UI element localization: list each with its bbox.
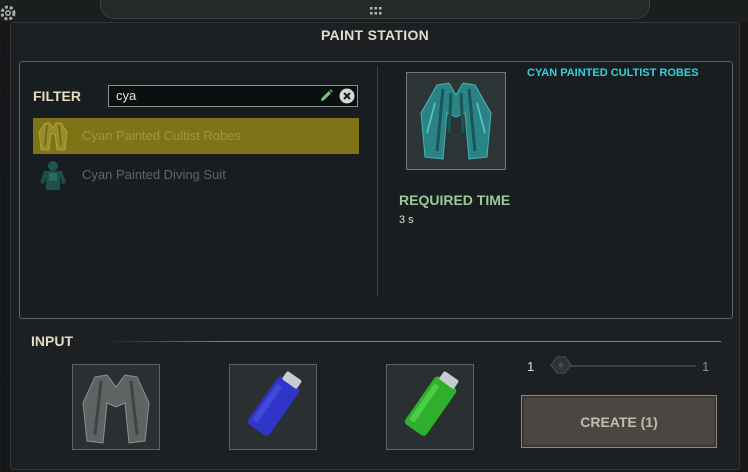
input-label: INPUT xyxy=(31,333,73,349)
blue-paint-icon xyxy=(247,371,302,436)
quantity-slider[interactable] xyxy=(556,365,696,367)
required-time-label: REQUIRED TIME xyxy=(399,192,511,208)
gear-icon[interactable] xyxy=(0,3,20,23)
drag-handle-icon[interactable] xyxy=(369,6,383,16)
list-item-label: Cyan Painted Cultist Robes xyxy=(82,128,241,143)
slider-handle[interactable] xyxy=(550,356,572,374)
recipe-panel: FILTER cya Cyan Painted Cultist Robes Cy… xyxy=(19,61,733,319)
diving-suit-icon xyxy=(40,161,66,190)
input-slot-blue-paint[interactable] xyxy=(229,364,317,450)
create-button[interactable]: CREATE (1) xyxy=(521,395,717,448)
quantity-min-label: 1 xyxy=(527,359,535,374)
pencil-icon[interactable] xyxy=(318,88,334,104)
list-item-label: Cyan Painted Diving Suit xyxy=(82,167,226,182)
robes-icon xyxy=(38,122,68,151)
paint-station-window: PAINT STATION FILTER cya Cyan Painted Cu… xyxy=(10,22,740,470)
quantity-max-label: 1 xyxy=(702,359,710,374)
input-divider xyxy=(103,341,721,342)
clear-icon[interactable] xyxy=(339,88,355,104)
robes-icon xyxy=(82,374,150,444)
item-name: CYAN PAINTED CULTIST ROBES xyxy=(527,67,699,79)
input-slot-green-paint[interactable] xyxy=(386,364,474,450)
required-time-value: 3 s xyxy=(399,214,414,226)
item-preview xyxy=(406,72,506,170)
filter-label: FILTER xyxy=(33,88,81,104)
list-item-cultist-robes[interactable]: Cyan Painted Cultist Robes xyxy=(33,118,359,154)
top-bar xyxy=(0,0,748,22)
input-slot-robes[interactable] xyxy=(72,364,160,450)
green-paint-icon xyxy=(404,371,459,436)
window-title: PAINT STATION xyxy=(320,27,430,43)
list-item-diving-suit[interactable]: Cyan Painted Diving Suit xyxy=(33,157,359,193)
panel-divider xyxy=(377,66,378,296)
robes-icon xyxy=(420,82,492,160)
